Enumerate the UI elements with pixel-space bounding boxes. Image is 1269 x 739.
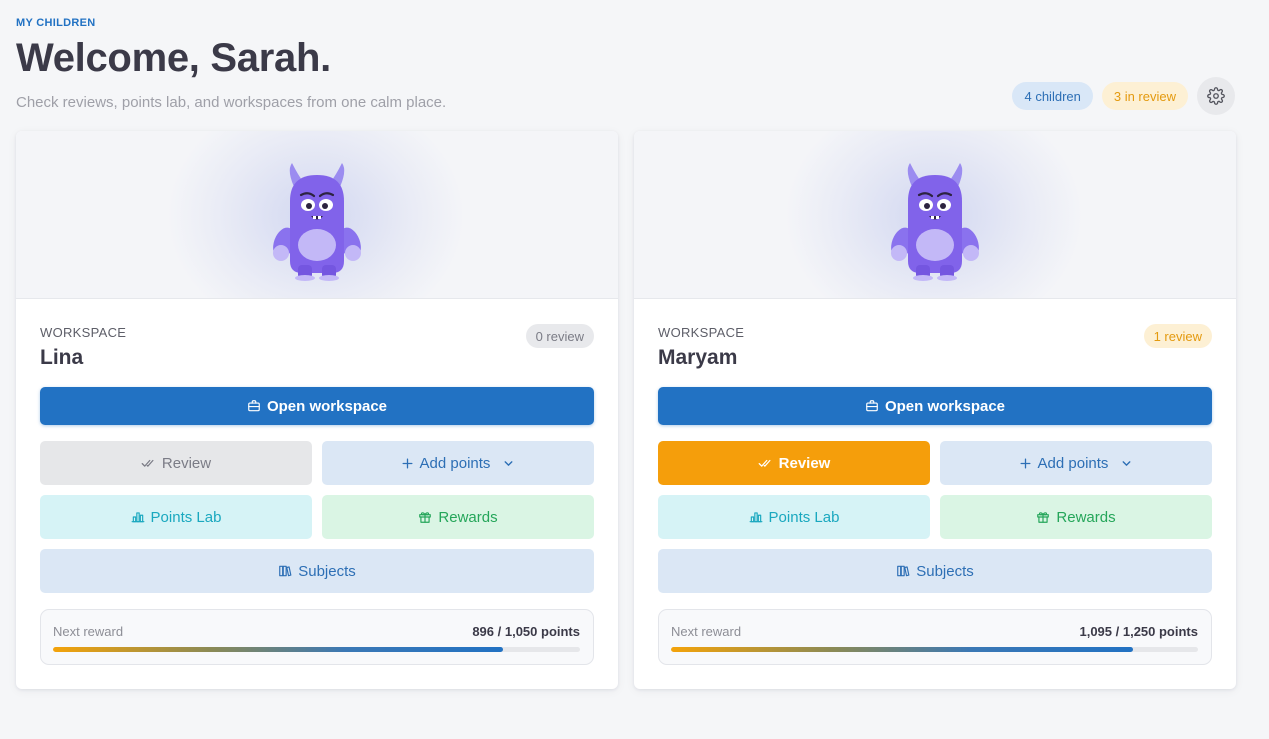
points-lab-button[interactable]: Points Lab <box>658 495 930 539</box>
progress-fill <box>671 647 1133 652</box>
subjects-label: Subjects <box>298 562 356 580</box>
settings-button[interactable] <box>1197 77 1235 115</box>
bar-chart-icon <box>749 510 763 524</box>
briefcase-icon <box>865 399 879 413</box>
chevron-down-icon <box>1120 457 1133 470</box>
card-hero <box>634 131 1236 299</box>
monster-avatar-icon <box>273 163 361 281</box>
add-points-label: Add points <box>419 454 491 472</box>
page-subtitle: Check reviews, points lab, and workspace… <box>16 94 447 111</box>
in-review-chip: 3 in review <box>1101 82 1188 110</box>
plus-icon <box>1019 457 1032 470</box>
plus-icon <box>401 457 414 470</box>
open-workspace-button[interactable]: Open workspace <box>658 387 1212 425</box>
gear-icon <box>1207 87 1225 105</box>
page-title: Welcome, Sarah. <box>16 36 331 80</box>
progress-track <box>671 647 1198 652</box>
briefcase-icon <box>247 399 261 413</box>
double-check-icon <box>758 457 773 469</box>
review-button[interactable]: Review <box>658 441 930 485</box>
add-points-label: Add points <box>1037 454 1109 472</box>
rewards-label: Rewards <box>438 508 498 526</box>
points-progress-text: 1,095 / 1,250 points <box>1079 624 1198 639</box>
review-label: Review <box>778 454 831 472</box>
add-points-button[interactable]: Add points <box>940 441 1212 485</box>
rewards-button[interactable]: Rewards <box>940 495 1212 539</box>
review-count-badge: 0 review <box>525 324 594 348</box>
child-card: WORKSPACE Lina 0 review Open workspace R… <box>16 131 618 689</box>
points-progress-text: 896 / 1,050 points <box>472 624 580 639</box>
workspace-label: WORKSPACE <box>40 325 127 340</box>
child-name: Maryam <box>658 346 738 369</box>
workspace-label: WORKSPACE <box>658 325 745 340</box>
header-chips: 4 children 3 in review <box>1012 77 1235 115</box>
chevron-down-icon <box>502 457 515 470</box>
open-workspace-button[interactable]: Open workspace <box>40 387 594 425</box>
review-label: Review <box>161 454 212 472</box>
next-reward-progress: Next reward 896 / 1,050 points <box>40 609 594 665</box>
add-points-button[interactable]: Add points <box>322 441 594 485</box>
review-button[interactable]: Review <box>40 441 312 485</box>
points-lab-label: Points Lab <box>768 508 840 526</box>
rewards-label: Rewards <box>1056 508 1116 526</box>
gift-icon <box>418 510 432 524</box>
subjects-button[interactable]: Subjects <box>40 549 594 593</box>
open-workspace-label: Open workspace <box>884 397 1006 415</box>
rewards-button[interactable]: Rewards <box>322 495 594 539</box>
next-reward-label: Next reward <box>671 624 742 639</box>
page-eyebrow: MY CHILDREN <box>16 17 96 29</box>
card-hero <box>16 131 618 299</box>
subjects-button[interactable]: Subjects <box>658 549 1212 593</box>
progress-fill <box>53 647 503 652</box>
monster-avatar-icon <box>891 163 979 281</box>
books-icon <box>278 564 292 578</box>
bar-chart-icon <box>131 510 145 524</box>
progress-track <box>53 647 580 652</box>
child-card: WORKSPACE Maryam 1 review Open workspace… <box>634 131 1236 689</box>
books-icon <box>896 564 910 578</box>
next-reward-label: Next reward <box>53 624 124 639</box>
points-lab-label: Points Lab <box>150 508 222 526</box>
review-count-badge: 1 review <box>1143 324 1212 348</box>
subjects-label: Subjects <box>916 562 974 580</box>
child-name: Lina <box>40 346 84 369</box>
next-reward-progress: Next reward 1,095 / 1,250 points <box>658 609 1212 665</box>
points-lab-button[interactable]: Points Lab <box>40 495 312 539</box>
open-workspace-label: Open workspace <box>266 397 388 415</box>
gift-icon <box>1036 510 1050 524</box>
double-check-icon <box>141 457 156 469</box>
children-count-chip: 4 children <box>1012 82 1093 110</box>
